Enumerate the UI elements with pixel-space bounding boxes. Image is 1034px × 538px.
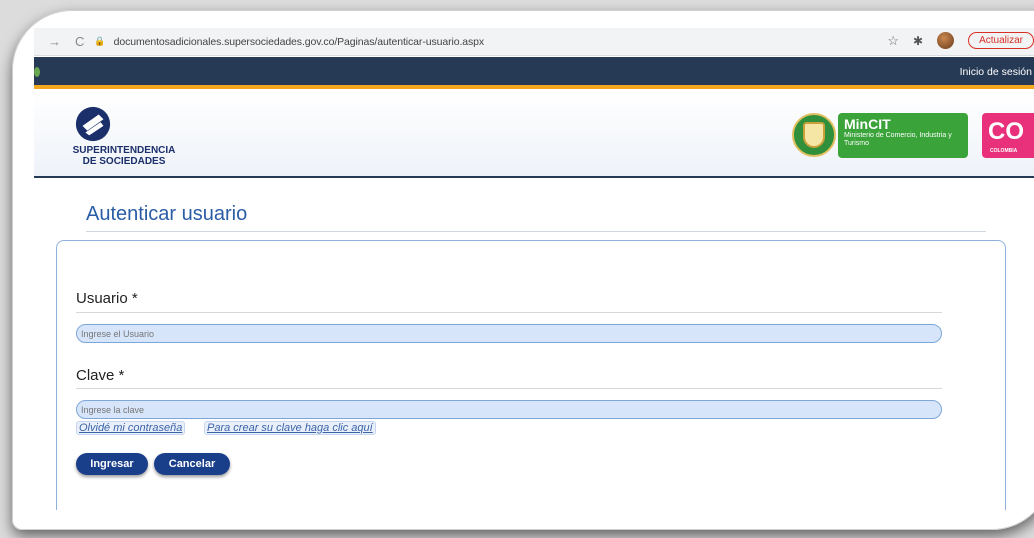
forgot-password-link[interactable]: Olvidé mi contraseña [76,421,186,435]
co-subtext: COLOMBIA [990,148,1018,154]
login-button[interactable]: Ingresar [76,453,148,475]
browser-window: → C 🔒 documentosadicionales.supersocieda… [34,28,1034,510]
forward-icon[interactable]: → [48,34,61,49]
url-text[interactable]: documentosadicionales.supersociedades.go… [114,36,485,48]
co-text: CO [988,118,1024,145]
shield-icon [803,122,825,148]
mincit-title: MinCIT [844,116,891,132]
lock-icon: 🔒 [94,36,106,46]
divider [86,231,986,232]
mincit-logo: MinCIT Ministerio de Comercio, Industria… [838,113,968,158]
username-label: Usuario * [76,290,138,307]
site-header: SUPERINTENDENCIA DE SOCIEDADES MinCIT Mi… [34,93,1034,178]
extensions-icon[interactable]: ✱ [913,34,923,48]
browser-toolbar: → C 🔒 documentosadicionales.supersocieda… [34,28,1034,56]
login-link[interactable]: Inicio de sesión [960,66,1032,78]
create-password-link[interactable]: Para crear su clave haga clic aquí [204,421,376,435]
page-title: Autenticar usuario [86,203,248,225]
profile-avatar[interactable] [937,32,955,49]
mincit-subtitle: Ministerio de Comercio, Industria y Turi… [844,132,952,147]
browser-actions: ☆ ✱ Actualizar [887,32,1034,49]
bookmark-star-icon[interactable]: ☆ [887,33,899,49]
cancel-button[interactable]: Cancelar [154,453,230,475]
colombia-brand-logo: CO COLOMBIA [982,113,1034,158]
update-button[interactable]: Actualizar [968,32,1034,49]
supersociedades-logo-icon [75,106,111,142]
password-label: Clave * [76,367,125,384]
divider [76,388,942,389]
password-input[interactable] [76,400,942,419]
reload-icon[interactable]: C [75,34,84,49]
address-bar[interactable]: 🔒 documentosadicionales.supersociedades.… [94,31,484,53]
username-input[interactable] [76,324,942,343]
site-top-nav: Inicio de sesión [34,57,1034,89]
screenshot-frame: → C 🔒 documentosadicionales.supersocieda… [12,10,1034,530]
org-name: SUPERINTENDENCIA DE SOCIEDADES [64,145,184,167]
org-name-line2: DE SOCIEDADES [82,156,166,167]
divider [76,312,942,313]
leaf-icon [34,67,40,77]
colombia-coat-of-arms-icon [792,113,836,157]
org-name-line1: SUPERINTENDENCIA [72,145,176,156]
